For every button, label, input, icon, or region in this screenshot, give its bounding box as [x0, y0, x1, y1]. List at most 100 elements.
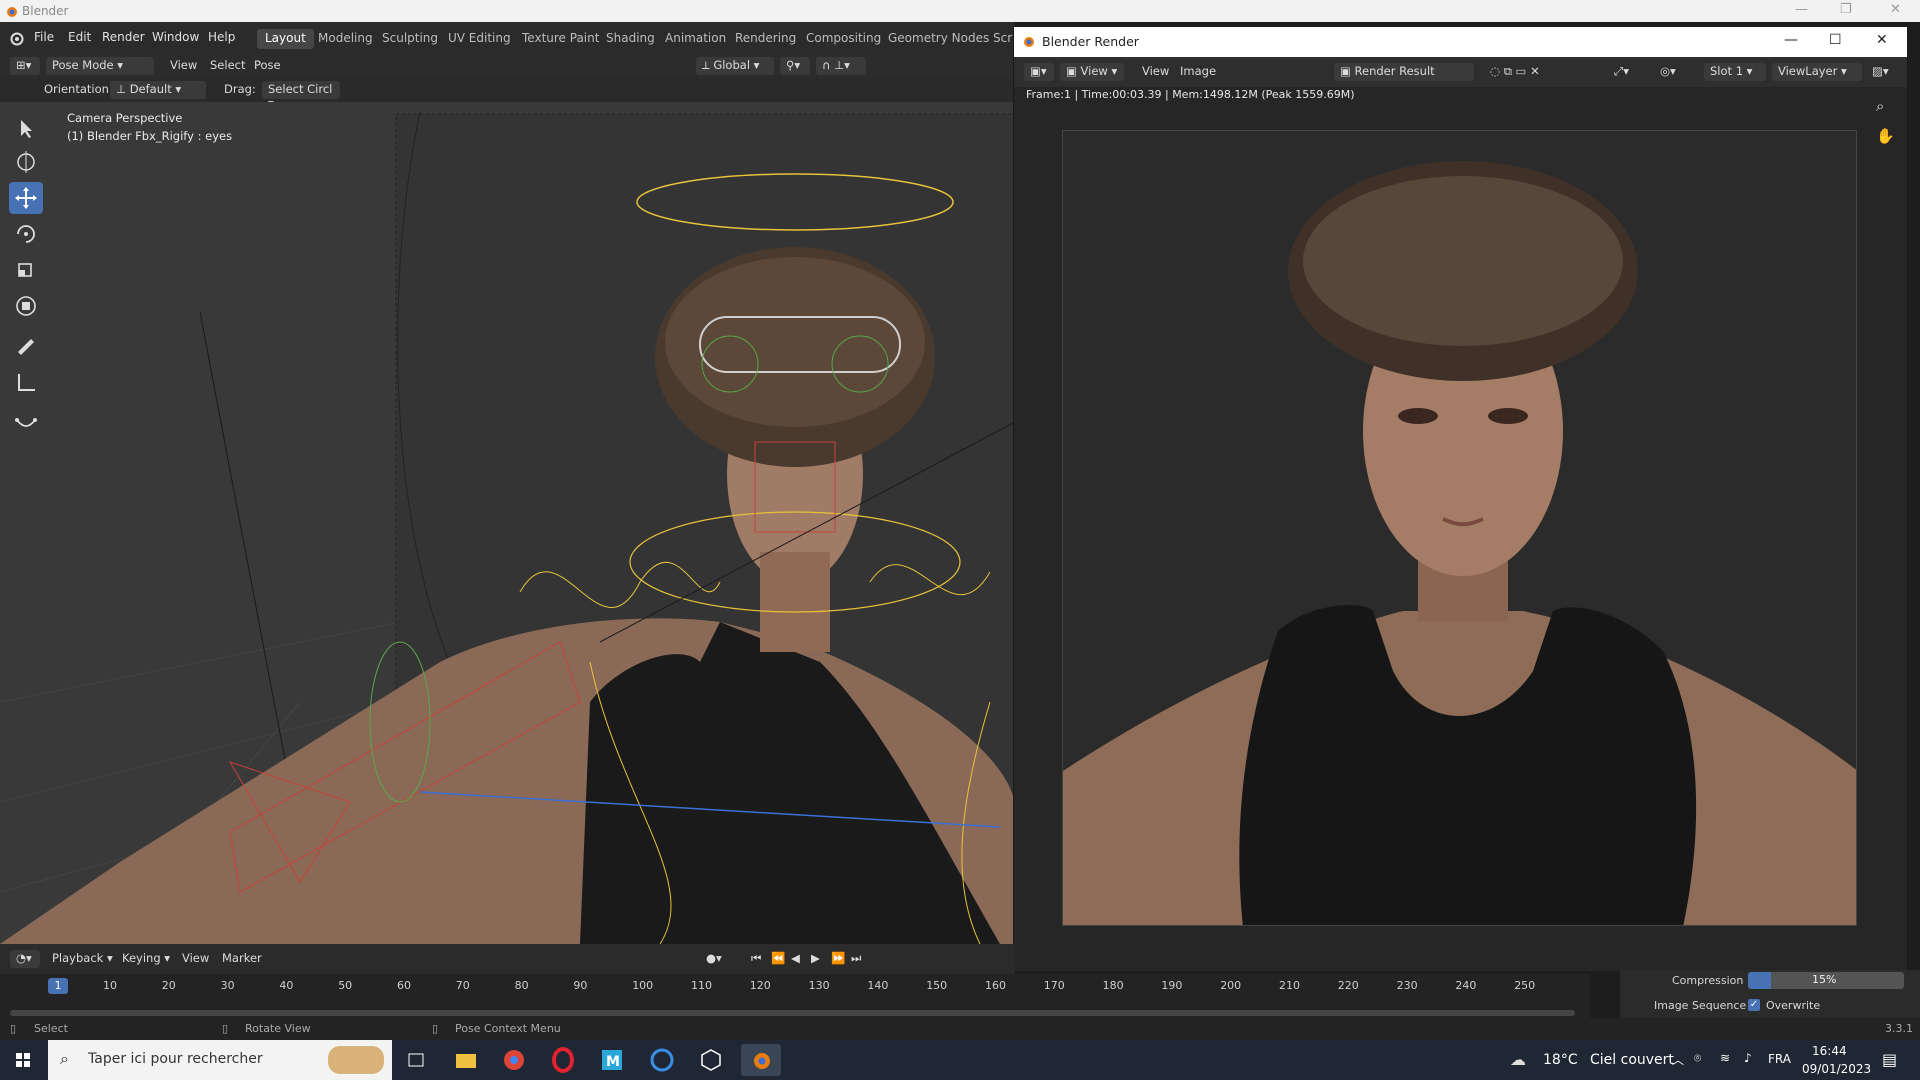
mode-dropdown[interactable]: Pose Mode ▾ — [46, 57, 154, 75]
transform-orientation-dropdown[interactable]: ⟂ Global ▾ — [696, 57, 774, 75]
timeline-editor-icon[interactable]: ◔▾ — [10, 950, 40, 968]
tab-compositing[interactable]: Compositing — [798, 29, 889, 49]
gizmo-icon[interactable]: ⤢▾ — [1608, 63, 1635, 81]
rotate-tool-icon[interactable] — [9, 218, 43, 250]
3d-viewport[interactable] — [0, 102, 1015, 944]
tab-texture-paint[interactable]: Texture Paint — [514, 29, 607, 49]
annotate-tool-icon[interactable] — [9, 330, 43, 362]
tray-volume-icon[interactable]: ♪ — [1744, 1051, 1752, 1065]
snap-icon[interactable]: ∩ ⊥▾ — [816, 57, 866, 75]
timeline-tick-label: 180 — [1102, 979, 1124, 992]
timeline-tick-label: 190 — [1161, 979, 1183, 992]
menu-view[interactable]: View — [164, 57, 203, 75]
menu-window[interactable]: Window — [152, 30, 199, 44]
3d-viewer-icon[interactable] — [691, 1044, 731, 1076]
tab-shading[interactable]: Shading — [598, 29, 663, 49]
cursor-tool-icon[interactable] — [9, 146, 43, 178]
transform-tool-icon[interactable] — [9, 290, 43, 322]
timeline-tick-label: 160 — [985, 979, 1006, 992]
view-layer-dropdown[interactable]: ViewLayer ▾ — [1772, 63, 1862, 81]
mouse-middle-icon: ▯ — [222, 1022, 229, 1035]
move-tool-icon[interactable] — [9, 182, 43, 214]
rw-menu-view[interactable]: View — [1136, 63, 1175, 81]
slot-dropdown[interactable]: Slot 1 ▾ — [1704, 63, 1766, 81]
menu-edit[interactable]: Edit — [68, 30, 91, 44]
image-actions-icon[interactable]: ◌ ⧉ ▭ ✕ — [1484, 63, 1546, 81]
rw-menu-image[interactable]: Image — [1174, 63, 1222, 81]
render-maximize-icon[interactable]: ☐ — [1829, 32, 1842, 48]
overlay-icon[interactable]: ◎▾ — [1654, 63, 1682, 81]
language-indicator[interactable]: FRA — [1768, 1052, 1791, 1066]
jump-end-icon[interactable]: ⏭ — [845, 950, 867, 968]
app-c-icon[interactable] — [642, 1044, 682, 1076]
current-frame-indicator[interactable]: 1 — [48, 978, 68, 994]
weather-icon[interactable]: ☁ — [1510, 1050, 1526, 1069]
image-browse-dropdown[interactable]: ▣ Render Result — [1334, 63, 1474, 81]
menu-help[interactable]: Help — [208, 30, 235, 44]
file-explorer-icon[interactable] — [446, 1044, 486, 1076]
render-minimize-icon[interactable]: — — [1784, 32, 1798, 48]
select-tool-icon[interactable] — [9, 112, 43, 144]
blender-taskbar-icon[interactable] — [741, 1044, 781, 1076]
drag-dropdown[interactable]: Select Circl ▾ — [262, 81, 340, 110]
close-icon[interactable]: ✕ — [1890, 2, 1901, 17]
display-channels-icon[interactable]: ▨▾ — [1866, 63, 1895, 81]
measure-tool-icon[interactable] — [9, 366, 43, 398]
clock-date[interactable]: 09/01/2023 — [1802, 1062, 1871, 1076]
opera-icon[interactable] — [543, 1044, 583, 1076]
tab-layout[interactable]: Layout — [257, 29, 314, 49]
view-mode-dropdown[interactable]: ▣ View ▾ — [1060, 63, 1124, 81]
menu-playback[interactable]: Playback ▾ — [46, 950, 119, 968]
editor-type-icon[interactable]: ⊞▾ — [10, 57, 40, 75]
menu-view-timeline[interactable]: View — [176, 950, 215, 968]
blender-logo-icon — [7, 7, 17, 17]
tab-rendering[interactable]: Rendering — [727, 29, 804, 49]
jump-start-icon[interactable]: ⏮ — [745, 950, 767, 968]
menu-keying[interactable]: Keying ▾ — [116, 950, 176, 968]
clock-time[interactable]: 16:44 — [1812, 1044, 1847, 1058]
play-reverse-icon[interactable]: ◀ — [785, 950, 806, 968]
tray-chevron-icon[interactable]: ︿ — [1672, 1051, 1684, 1068]
app-m-icon[interactable]: M — [592, 1044, 632, 1076]
menu-marker[interactable]: Marker — [216, 950, 268, 968]
orientation-dropdown[interactable]: ⊥ Default ▾ — [110, 81, 206, 99]
timeline-tick-label: 210 — [1279, 979, 1300, 992]
menu-select[interactable]: Select — [204, 57, 251, 75]
minimize-icon[interactable]: — — [1795, 2, 1808, 17]
compression-slider[interactable]: 15% — [1748, 972, 1904, 989]
image-editor-type-icon[interactable]: ▣▾ — [1024, 63, 1054, 81]
pose-tool-icon[interactable] — [9, 406, 43, 438]
viewport-info: Camera Perspective (1) Blender Fbx_Rigif… — [67, 109, 232, 145]
tray-wifi-icon[interactable]: ≋ — [1720, 1051, 1730, 1065]
scale-tool-icon[interactable] — [9, 254, 43, 286]
menu-file[interactable]: File — [34, 30, 54, 44]
play-icon[interactable]: ▶ — [805, 950, 826, 968]
task-view-icon[interactable] — [396, 1044, 436, 1076]
render-close-icon[interactable]: ✕ — [1876, 32, 1888, 48]
tab-animation[interactable]: Animation — [657, 29, 734, 49]
restore-icon[interactable]: ❐ — [1840, 2, 1852, 17]
overwrite-checkbox[interactable]: ✓ — [1748, 999, 1760, 1011]
tab-uv-editing[interactable]: UV Editing — [440, 29, 519, 49]
taskbar-search-box[interactable]: ⌕ Taper ici pour rechercher — [48, 1040, 392, 1080]
notification-icon[interactable]: ▤ — [1882, 1050, 1897, 1069]
zoom-icon[interactable]: ⌕ — [1876, 97, 1884, 115]
windows-start-icon[interactable] — [3, 1044, 43, 1076]
menu-playback-label: Playback — [52, 951, 104, 965]
pan-hand-icon[interactable]: ✋ — [1876, 127, 1895, 145]
compression-fill — [1748, 972, 1772, 989]
timeline-tick-label: 130 — [808, 979, 830, 992]
tab-geometry-nodes[interactable]: Geometry Nodes — [880, 29, 997, 49]
tray-network-icon[interactable]: ⌾ — [1694, 1051, 1701, 1066]
tab-modeling[interactable]: Modeling — [310, 29, 381, 49]
tab-sculpting[interactable]: Sculpting — [374, 29, 446, 49]
record-icon[interactable]: ●▾ — [700, 950, 728, 968]
pivot-icon[interactable]: ⚲▾ — [780, 57, 810, 75]
menu-pose[interactable]: Pose — [248, 57, 287, 75]
menu-render[interactable]: Render — [102, 30, 145, 44]
blender-menu-icon[interactable] — [8, 30, 24, 46]
status-rotate: Rotate View — [245, 1022, 311, 1035]
chrome-icon[interactable] — [494, 1044, 534, 1076]
timeline-scrollbar[interactable] — [10, 1010, 1575, 1016]
timeline-tick-label: 200 — [1220, 979, 1242, 992]
